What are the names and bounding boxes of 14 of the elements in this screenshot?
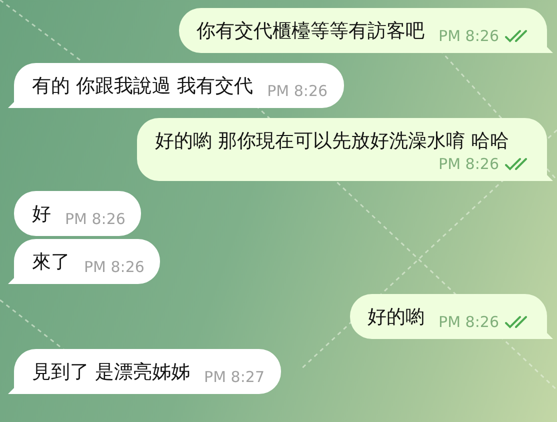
message-text: 見到了 是漂亮姊姊 bbox=[32, 360, 190, 385]
message-time: PM 8:26 bbox=[267, 81, 328, 101]
message-text: 你有交代櫃檯等等有訪客吧 bbox=[196, 19, 425, 44]
message-time: PM 8:26 bbox=[84, 257, 144, 277]
message-time: PM 8:27 bbox=[204, 367, 264, 387]
message-text: 有的 你跟我說過 我有交代 bbox=[32, 74, 254, 99]
message-time: PM 8:26 bbox=[65, 209, 126, 229]
message-text: 來了 bbox=[32, 250, 70, 275]
message-time: PM 8:26 bbox=[438, 26, 499, 46]
message-text: 好 bbox=[32, 202, 51, 227]
message-time: PM 8:26 bbox=[438, 312, 499, 332]
message-time: PM 8:26 bbox=[438, 154, 499, 174]
message-text: 好的喲 那你現在可以先放好洗澡水唷 哈哈 bbox=[155, 129, 510, 154]
message-text: 好的喲 bbox=[368, 305, 425, 330]
